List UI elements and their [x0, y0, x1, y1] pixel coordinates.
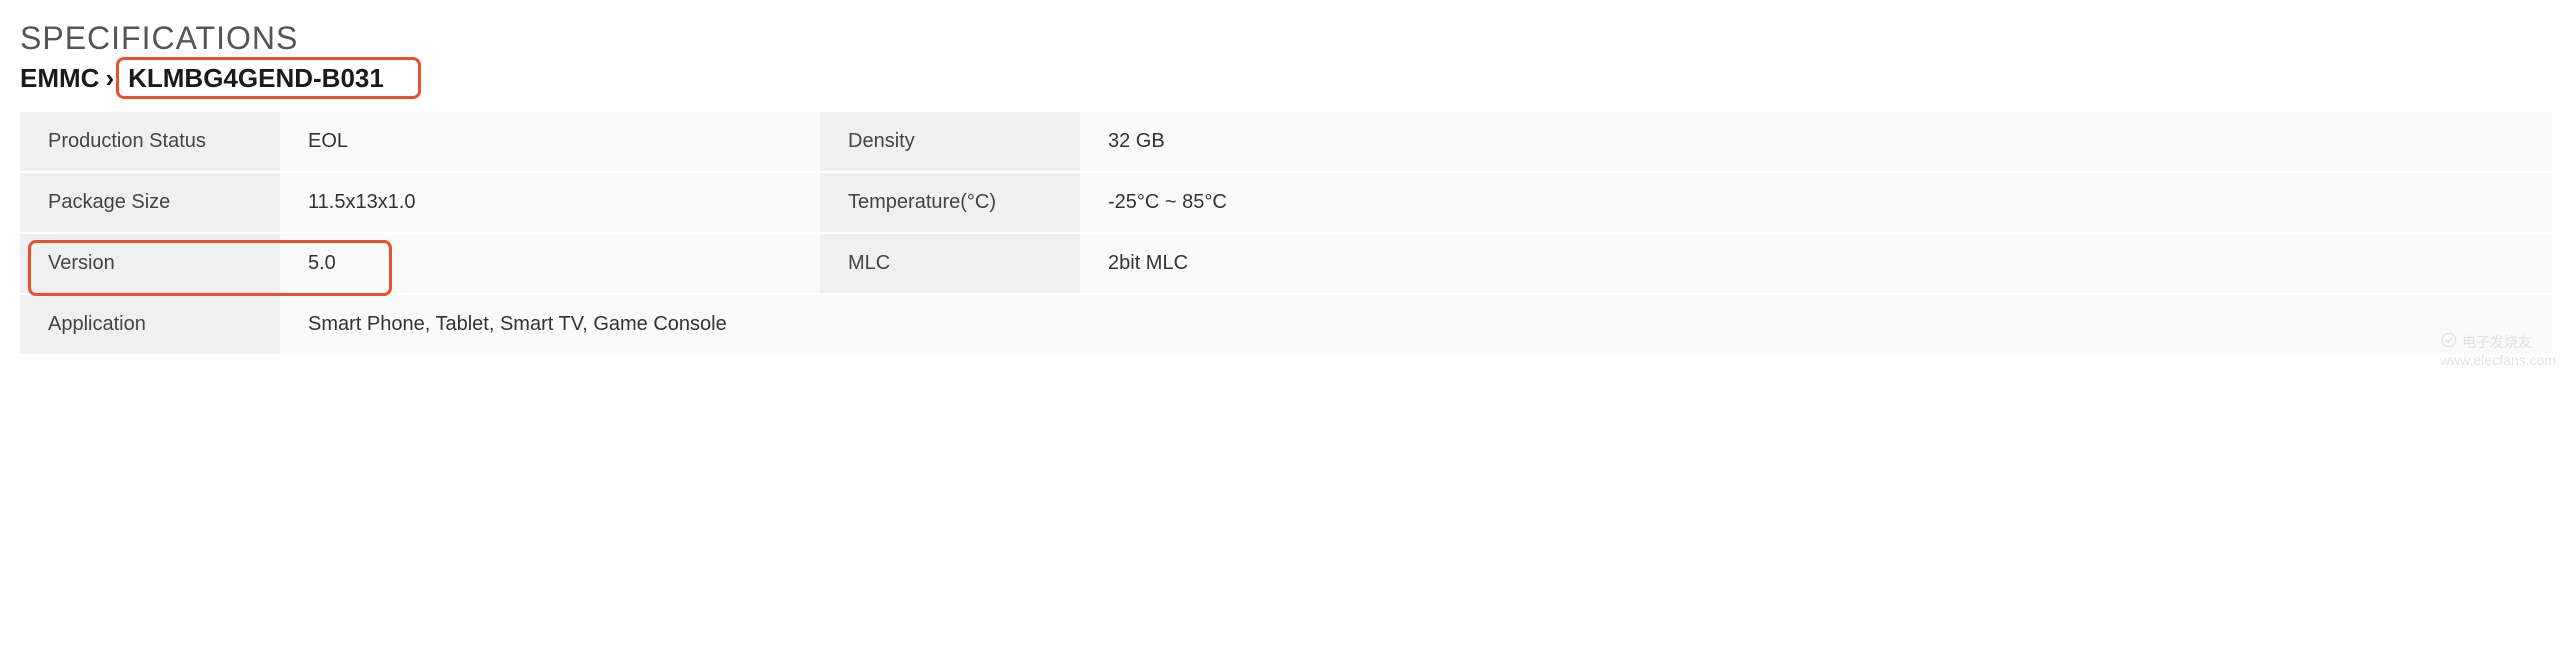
spec-value-application: Smart Phone, Tablet, Smart TV, Game Cons… — [280, 294, 2552, 355]
spec-value-production-status: EOL — [280, 112, 820, 172]
spec-label-production-status: Production Status — [20, 112, 280, 172]
spec-value-mlc: 2bit MLC — [1080, 233, 2552, 294]
breadcrumb: EMMC › KLMBG4GEND-B031 — [20, 61, 2552, 96]
breadcrumb-separator-icon: › — [105, 63, 114, 94]
spec-label-temperature: Temperature(°C) — [820, 172, 1080, 233]
spec-label-version: Version — [20, 233, 280, 294]
table-row: Version 5.0 MLC 2bit MLC — [20, 233, 2552, 294]
watermark-url: www.elecfans.com — [2440, 352, 2556, 368]
spec-value-density: 32 GB — [1080, 112, 2552, 172]
spec-label-density: Density — [820, 112, 1080, 172]
watermark: 电子发烧友 www.elecfans.com — [2440, 331, 2556, 368]
watermark-text: 电子发烧友 — [2462, 332, 2532, 352]
breadcrumb-current: KLMBG4GEND-B031 — [120, 61, 392, 96]
specifications-table: Production Status EOL Density 32 GB Pack… — [20, 112, 2552, 356]
spec-value-temperature: -25°C ~ 85°C — [1080, 172, 2552, 233]
spec-label-application: Application — [20, 294, 280, 355]
table-row: Package Size 11.5x13x1.0 Temperature(°C)… — [20, 172, 2552, 233]
spec-value-package-size: 11.5x13x1.0 — [280, 172, 820, 233]
spec-label-package-size: Package Size — [20, 172, 280, 233]
watermark-icon — [2440, 331, 2458, 352]
spec-value-version: 5.0 — [280, 233, 820, 294]
table-row: Production Status EOL Density 32 GB — [20, 112, 2552, 172]
spec-label-mlc: MLC — [820, 233, 1080, 294]
breadcrumb-parent[interactable]: EMMC — [20, 63, 99, 94]
table-row: Application Smart Phone, Tablet, Smart T… — [20, 294, 2552, 355]
specifications-title: SPECIFICATIONS — [20, 20, 2552, 57]
